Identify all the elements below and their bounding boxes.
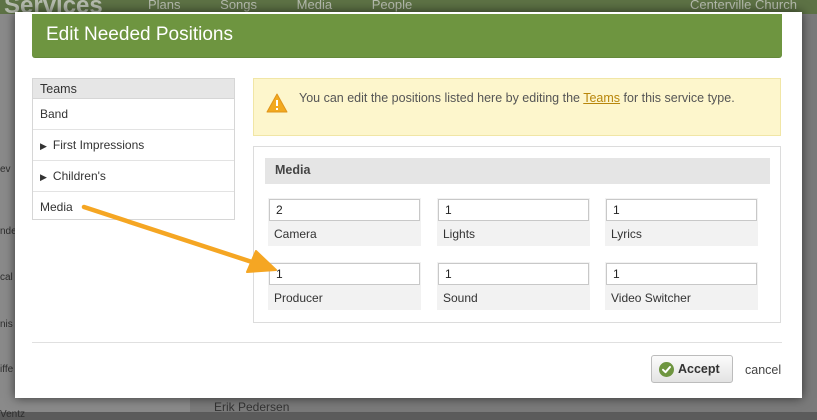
nav-media: Media [296,0,333,12]
position-camera: Camera [268,198,421,246]
nav-people: People [371,0,413,12]
position-label: Producer [274,291,323,305]
accept-label: Accept [678,362,720,376]
warning-triangle-icon [266,93,288,113]
modal-title: Edit Needed Positions [46,24,233,45]
background-org-name: Centerville Church [690,0,797,12]
team-label: Band [40,107,69,121]
positions-panel: Media Camera Lights Lyrics Producer Soun… [253,146,781,323]
position-camera-input[interactable] [269,199,420,221]
team-item-childrens[interactable]: ▶ Children's [33,161,234,192]
background-nav: Plans Songs Media People [148,0,448,12]
cancel-link[interactable]: cancel [745,363,781,377]
team-item-media[interactable]: Media [33,192,234,223]
teams-link[interactable]: Teams [583,91,620,105]
position-label: Camera [274,227,317,241]
nav-songs: Songs [220,0,258,12]
position-lyrics: Lyrics [605,198,758,246]
position-lights: Lights [437,198,590,246]
position-producer-input[interactable] [269,263,420,285]
edit-positions-modal: Edit Needed Positions Teams Band ▶ First … [15,12,802,398]
position-label: Lyrics [611,227,642,241]
panel-title: Media [265,158,770,184]
teams-list: Teams Band ▶ First Impressions ▶ Children'… [32,78,235,220]
triangle-right-icon[interactable]: ▶ [40,141,47,151]
nav-plans: Plans [148,0,181,12]
team-label: First Impressions [52,138,145,152]
position-sound-input[interactable] [438,263,589,285]
team-label: Children's [52,169,106,183]
position-label: Video Switcher [611,291,691,305]
warning-banner: You can edit the positions listed here b… [253,78,781,136]
warning-text: You can edit the positions listed here b… [299,91,735,105]
position-lyrics-input[interactable] [606,199,757,221]
check-circle-icon [659,362,674,377]
footer-divider [32,342,782,343]
position-producer: Producer [268,262,421,310]
team-item-band[interactable]: Band [33,99,234,130]
position-sound: Sound [437,262,590,310]
team-item-first-impressions[interactable]: ▶ First Impressions [33,130,234,161]
position-video-switcher: Video Switcher [605,262,758,310]
position-lights-input[interactable] [438,199,589,221]
team-label: Media [40,200,73,214]
modal-header: Edit Needed Positions [32,14,782,58]
teams-header: Teams [33,79,234,99]
triangle-right-icon[interactable]: ▶ [40,172,47,182]
position-video-switcher-input[interactable] [606,263,757,285]
position-label: Lights [443,227,476,241]
accept-button[interactable]: Accept [651,355,733,383]
position-label: Sound [443,291,478,305]
